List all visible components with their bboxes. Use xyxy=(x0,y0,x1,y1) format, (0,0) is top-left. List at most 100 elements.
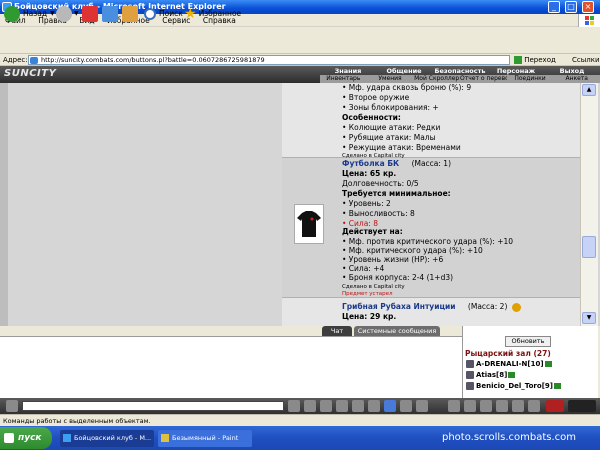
taskbar-item-paint[interactable]: Безымянный - Paint xyxy=(158,430,252,447)
start-button[interactable]: пуск xyxy=(0,427,52,449)
nav-transfers[interactable]: Отчет о переводах xyxy=(460,75,507,83)
item-divider xyxy=(282,157,580,158)
go-button[interactable]: Переход xyxy=(514,54,556,66)
filter-icon[interactable] xyxy=(320,400,332,412)
smiley-icon[interactable] xyxy=(288,400,300,412)
chevron-down-icon: ▼ xyxy=(74,10,79,17)
item2-req-endurance: • Выносливость: 8 xyxy=(342,209,415,218)
taskbar-item-label: Бойцовский клуб - М... xyxy=(74,434,152,442)
item1-block-zones: • Зоны блокирования: + xyxy=(342,103,439,112)
status-bar: Команды работы с выделенным объектам. xyxy=(0,414,600,426)
close-button[interactable]: × xyxy=(582,1,594,13)
item-divider xyxy=(282,297,580,298)
site-logo[interactable]: SUNCITY xyxy=(4,68,74,81)
scroll-icon[interactable] xyxy=(512,400,524,412)
address-url: http://suncity.combats.com/buttons.pl?ba… xyxy=(41,56,265,64)
refresh-room-button[interactable]: Обновить xyxy=(505,336,551,347)
status-text: Команды работы с выделенным объектам. xyxy=(3,417,151,425)
player-row[interactable]: A-DRENALI-N[10] xyxy=(466,359,552,370)
scroll-up-button[interactable]: ▲ xyxy=(582,84,596,96)
tab-chat[interactable]: Чат xyxy=(322,326,352,336)
nav-security[interactable]: Безопасность xyxy=(432,67,488,75)
content-scrollbar[interactable] xyxy=(580,83,598,326)
star-icon: ★ xyxy=(184,5,197,22)
refresh-button[interactable] xyxy=(102,4,118,23)
clan-icon xyxy=(553,383,561,389)
clock-icon xyxy=(568,400,596,412)
item2-price: Цена: 65 кр. xyxy=(342,169,397,178)
windows-logo-icon xyxy=(4,433,14,443)
ie-icon xyxy=(63,434,71,442)
item2-outdated: Предмет устарел xyxy=(342,291,393,297)
player-name[interactable]: A-DRENALI-N[10] xyxy=(476,360,544,368)
sound-icon[interactable] xyxy=(368,400,380,412)
favorites-label: Избранное xyxy=(198,9,242,18)
wand-icon[interactable] xyxy=(352,400,364,412)
heart-icon[interactable] xyxy=(480,400,492,412)
go-arrow-icon xyxy=(514,56,522,64)
nav-character[interactable]: Персонаж xyxy=(488,67,544,75)
item1-armor-pierce: • Мф. удара сквозь броню (%): 9 xyxy=(342,83,472,92)
nav-exit[interactable]: Выход xyxy=(544,67,600,75)
fist-icon[interactable] xyxy=(464,400,476,412)
map-icon[interactable] xyxy=(528,400,540,412)
search-button[interactable]: Поиск xyxy=(144,4,183,23)
nav-inventory[interactable]: Инвентарь xyxy=(320,75,367,83)
nav-communication[interactable]: Общение xyxy=(376,67,432,75)
stop-icon xyxy=(82,5,98,22)
nav-skills[interactable]: Умения xyxy=(367,75,414,83)
item1-feature-1: • Колющие атаки: Редки xyxy=(342,123,441,132)
scroll-thumb[interactable] xyxy=(582,236,596,258)
maximize-button[interactable]: □ xyxy=(565,1,577,13)
home-button[interactable] xyxy=(122,4,138,23)
tshirt-image[interactable] xyxy=(294,204,324,244)
combats-logo-icon xyxy=(546,400,564,412)
player-name[interactable]: Atias[8] xyxy=(476,371,507,379)
nav-knowledge[interactable]: Знания xyxy=(320,67,376,75)
tab-system-messages[interactable]: Системные сообщения xyxy=(354,326,440,336)
nav-scroller[interactable]: Мой Скроллер xyxy=(413,75,460,83)
nav-profile[interactable]: Анкета xyxy=(553,75,600,83)
player-name[interactable]: Benicio_Del_Toro[9] xyxy=(476,382,553,390)
room-title: Рыцарский зал (27) xyxy=(465,349,551,358)
search-icon xyxy=(144,7,156,20)
item2-mass: (Масса: 1) xyxy=(411,159,452,168)
back-button[interactable]: Назад ▼ xyxy=(4,4,55,23)
taskbar-item-browser[interactable]: Бойцовский клуб - М... xyxy=(60,430,154,447)
item2-name-link[interactable]: Футболка БК xyxy=(342,159,399,168)
item2-effects-heading: Действует на: xyxy=(342,227,403,236)
music-icon[interactable] xyxy=(384,400,396,412)
watermark: photo.scrolls.combats.com xyxy=(442,432,577,443)
player-row[interactable]: Benicio_Del_Toro[9] xyxy=(466,381,561,392)
links-button[interactable]: Ссылки xyxy=(572,54,600,66)
chat-input[interactable] xyxy=(22,401,284,411)
chat-log[interactable] xyxy=(0,336,462,398)
address-bar: Адрес: http://suncity.combats.com/button… xyxy=(0,54,600,66)
clear-icon[interactable] xyxy=(336,400,348,412)
item2-req-level: • Уровень: 2 xyxy=(342,199,391,208)
stop-button[interactable] xyxy=(82,4,98,23)
browser-toolbar xyxy=(0,27,600,54)
forward-button[interactable]: ▼ xyxy=(56,4,79,23)
player-row[interactable]: Atias[8] xyxy=(466,370,516,381)
nav-duels[interactable]: Поединки xyxy=(507,75,554,83)
scroll-down-button[interactable]: ▼ xyxy=(582,312,596,324)
shield-icon[interactable] xyxy=(496,400,508,412)
refresh-icon xyxy=(102,5,118,22)
artifact-icon xyxy=(511,302,521,312)
speaker-icon[interactable] xyxy=(6,400,18,412)
taskbar-item-label: Безымянный - Paint xyxy=(172,434,239,442)
address-input[interactable]: http://suncity.combats.com/buttons.pl?ba… xyxy=(28,55,510,65)
favorites-button[interactable]: ★ Избранное xyxy=(184,4,241,23)
clan-icon xyxy=(508,372,516,378)
item3-name-link[interactable]: Грибная Рубаха Интуиции xyxy=(342,302,456,311)
item3-mass: (Масса: 2) xyxy=(467,302,508,311)
tshirt-icon xyxy=(297,211,321,237)
minimize-button[interactable]: _ xyxy=(548,1,560,13)
start-label: пуск xyxy=(18,433,42,443)
potion-icon[interactable] xyxy=(448,400,460,412)
eraser-icon[interactable] xyxy=(304,400,316,412)
eye-icon[interactable] xyxy=(400,400,412,412)
face-icon[interactable] xyxy=(416,400,428,412)
player-info-icon xyxy=(466,360,474,368)
